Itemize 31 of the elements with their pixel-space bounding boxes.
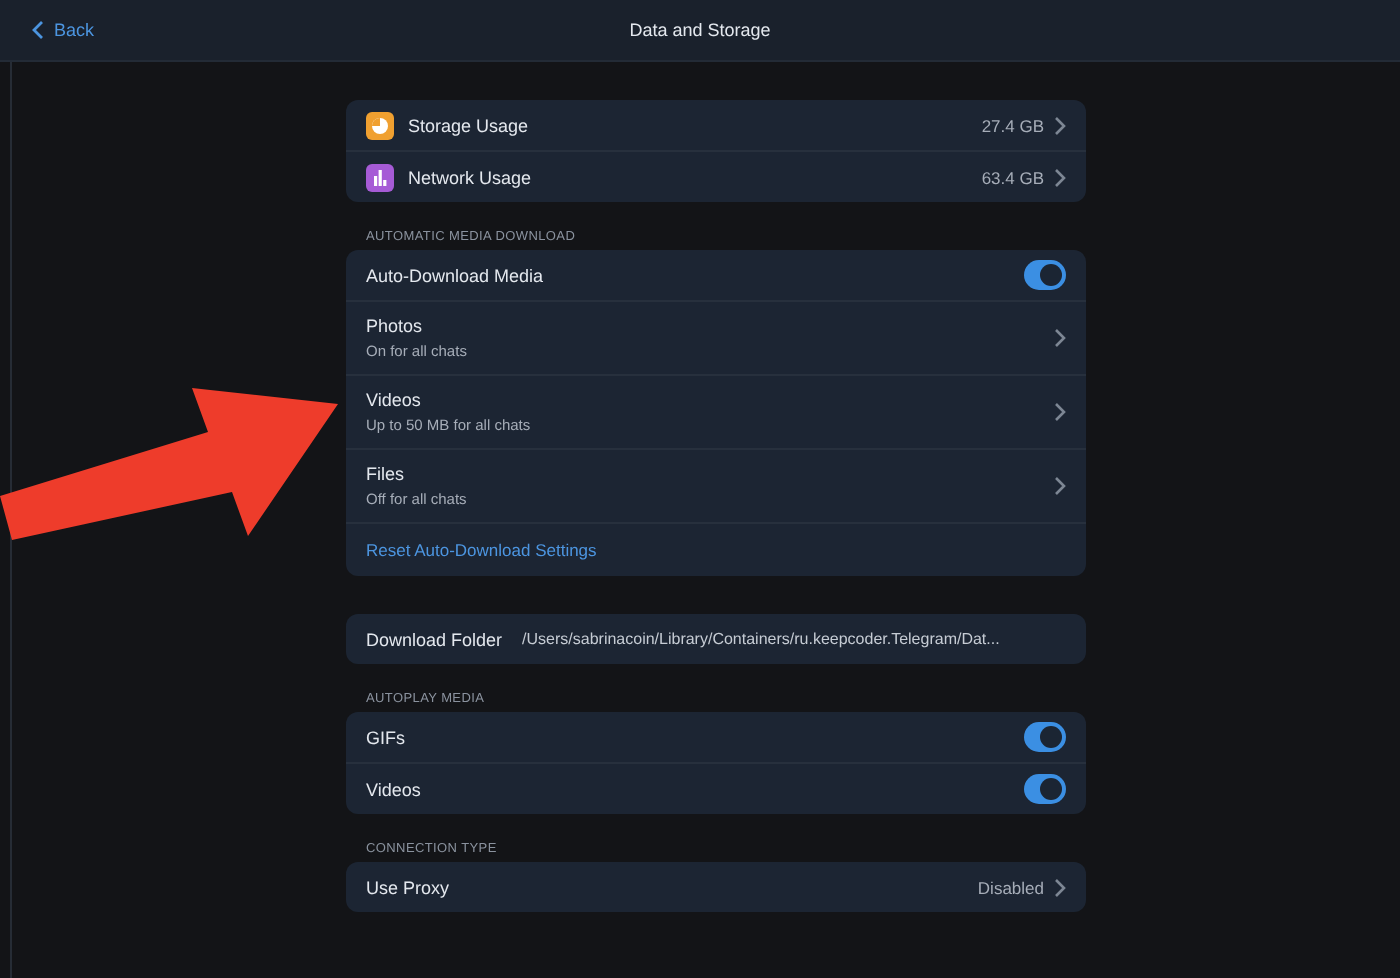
chevron-icon [1054,877,1066,897]
settings-row[interactable]: Use Proxy Disabled [346,862,1086,912]
row-label: Files [366,464,407,484]
chevron-icon [1054,167,1066,187]
chevron-icon [1054,402,1066,422]
row-value: 63.4 GB [981,167,1044,187]
folder-path: /Users/sabrinacoin/Library/Containers/ru.keepcoder.Telegram/Dat... [522,630,1000,648]
row-label: Auto-Download Media [366,265,546,285]
chevron-icon [1054,476,1066,496]
row-label: Photos [366,316,425,336]
chevron-icon [1054,115,1066,135]
row-label: GIFs [366,727,407,747]
row-label: Network Usage [408,167,534,187]
row-label: Videos [366,779,423,799]
row-label: Use Proxy [366,877,452,897]
window-title: Data and Storage [629,20,771,40]
row-label: Storage Usage [408,115,531,135]
reset-link[interactable]: Reset Auto-Download Settings [366,540,597,560]
toggle-switch[interactable] [1024,260,1066,290]
settings-row[interactable]: Storage Usage 27.4 GB [346,100,1086,150]
row-label: Download Folder [366,629,503,649]
row-label: Videos [366,390,423,410]
settings-row[interactable]: Network Usage 63.4 GB [346,150,1086,202]
row-value: 27.4 GB [981,115,1044,135]
chevron-icon [1054,328,1066,348]
chevron-icon [32,20,44,40]
toggle-switch[interactable] [1024,722,1066,752]
settings-row[interactable]: Download Folder /Users/sabrinacoin/Library/Containers/ru.keepcoder.Telegram/Dat... [346,614,1086,664]
back-button[interactable]: Back [32,20,95,40]
toggle-switch[interactable] [1024,774,1066,804]
row-value: Disabled [977,877,1044,897]
